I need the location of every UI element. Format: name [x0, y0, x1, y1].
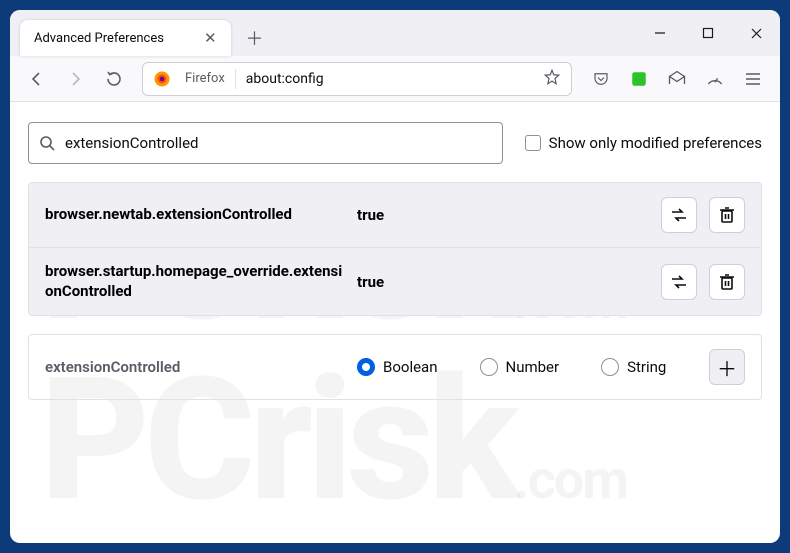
show-modified-checkbox[interactable]: Show only modified preferences — [525, 134, 762, 152]
search-value: extensionControlled — [65, 134, 198, 152]
toggle-button[interactable] — [661, 197, 697, 233]
mail-icon[interactable] — [660, 62, 694, 96]
radio-icon — [601, 358, 619, 376]
bookmark-star-icon[interactable] — [543, 68, 561, 90]
type-radios: Boolean Number String — [357, 358, 697, 376]
dashboard-icon[interactable] — [698, 62, 732, 96]
pref-row[interactable]: browser.startup.homepage_override.extens… — [29, 247, 761, 315]
browser-tab[interactable]: Advanced Preferences ✕ — [20, 20, 231, 56]
pref-name: browser.startup.homepage_override.extens… — [45, 262, 345, 301]
maximize-button[interactable] — [684, 10, 732, 56]
add-button[interactable]: ＋ — [709, 349, 745, 385]
titlebar: Advanced Preferences ✕ ＋ — [10, 10, 780, 56]
urlbar-divider — [235, 69, 236, 89]
pref-name: browser.newtab.extensionControlled — [45, 205, 345, 225]
tab-title: Advanced Preferences — [34, 31, 164, 46]
window-controls — [636, 10, 780, 56]
checkbox-icon[interactable] — [525, 135, 541, 151]
extension-icon[interactable] — [622, 62, 656, 96]
pocket-icon[interactable] — [584, 62, 618, 96]
back-button[interactable] — [20, 62, 54, 96]
toggle-button[interactable] — [661, 264, 697, 300]
new-tab-button[interactable]: ＋ — [239, 22, 271, 54]
pref-value: true — [357, 273, 649, 291]
delete-button[interactable] — [709, 264, 745, 300]
reload-button[interactable] — [96, 62, 130, 96]
pref-row[interactable]: browser.newtab.extensionControlled true — [29, 183, 761, 247]
checkbox-label: Show only modified preferences — [549, 134, 762, 152]
pref-value: true — [357, 206, 649, 224]
close-tab-icon[interactable]: ✕ — [204, 31, 217, 46]
radio-string[interactable]: String — [601, 358, 666, 376]
toolbar: Firefox about:config — [10, 56, 780, 102]
radio-icon — [357, 358, 375, 376]
new-pref-row: extensionControlled Boolean Number Strin… — [28, 334, 762, 400]
search-input[interactable]: extensionControlled — [28, 122, 503, 164]
radio-boolean[interactable]: Boolean — [357, 358, 438, 376]
url-text: about:config — [246, 71, 324, 87]
close-window-button[interactable] — [732, 10, 780, 56]
urlbar-brand: Firefox — [185, 71, 225, 86]
radio-number[interactable]: Number — [480, 358, 560, 376]
content-area: PCrisk.com PCrisk.com extensionControlle… — [10, 102, 780, 543]
firefox-icon — [153, 70, 171, 88]
menu-icon[interactable] — [736, 62, 770, 96]
delete-button[interactable] — [709, 197, 745, 233]
pref-table: browser.newtab.extensionControlled true … — [28, 182, 762, 316]
search-row: extensionControlled Show only modified p… — [28, 122, 762, 164]
forward-button[interactable] — [58, 62, 92, 96]
radio-icon — [480, 358, 498, 376]
minimize-button[interactable] — [636, 10, 684, 56]
new-pref-name: extensionControlled — [45, 358, 345, 376]
url-bar[interactable]: Firefox about:config — [142, 62, 572, 96]
